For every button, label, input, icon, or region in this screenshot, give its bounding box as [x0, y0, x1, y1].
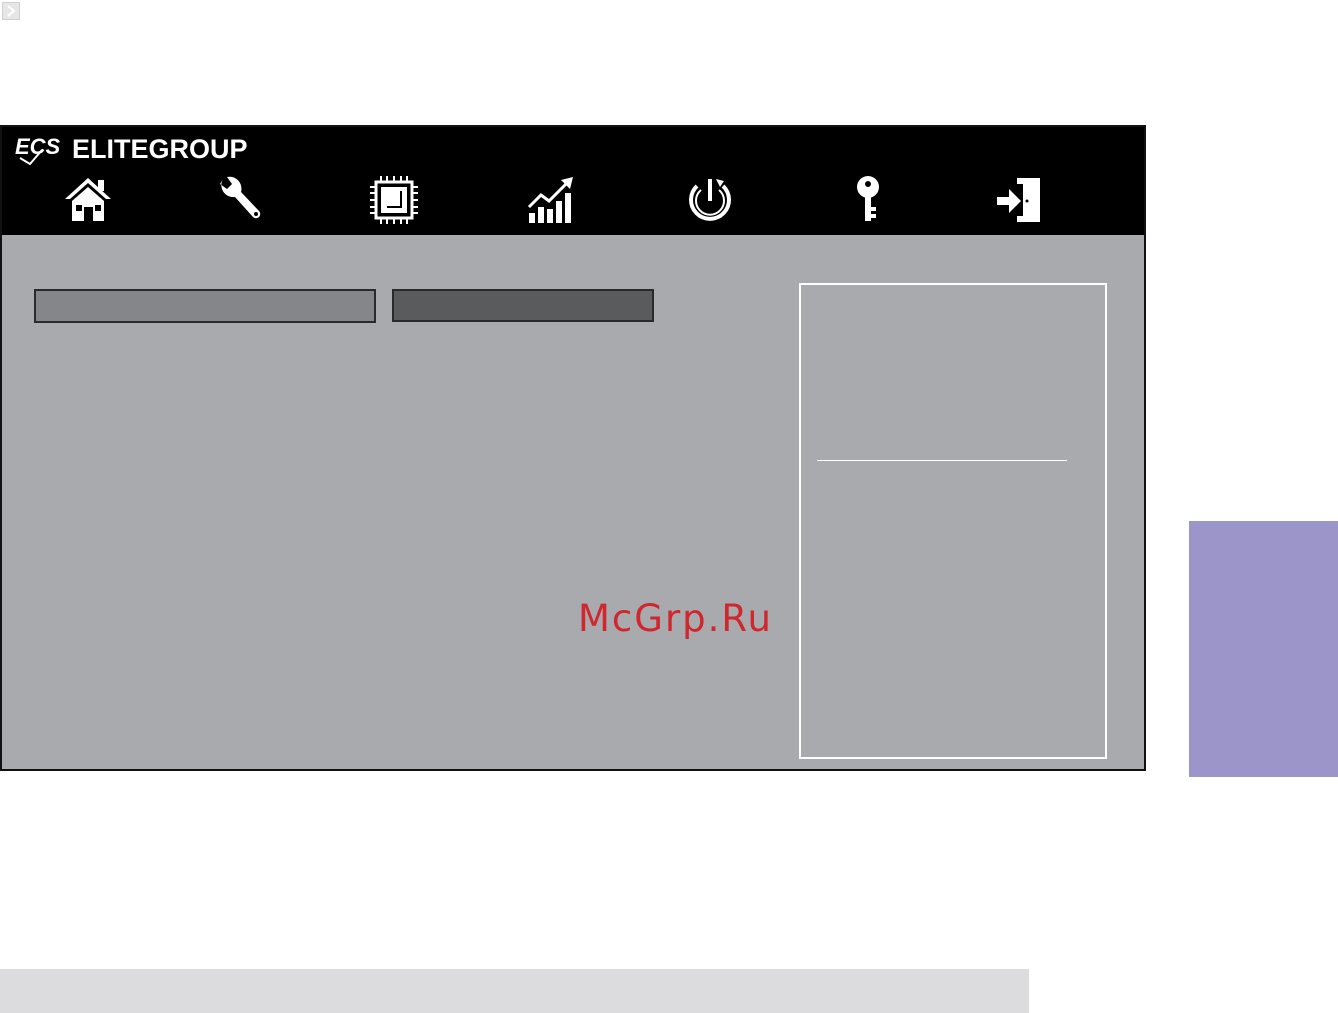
brand-name: ELITEGROUP [72, 133, 248, 164]
nav-exit[interactable] [990, 171, 1050, 229]
menu-tab-primary[interactable] [34, 289, 376, 323]
exit-icon [997, 178, 1040, 222]
chart-up-icon [527, 177, 573, 223]
nav-chipset[interactable] [364, 171, 424, 229]
ecs-logo-icon: ECS [15, 134, 61, 166]
nav-boot[interactable] [680, 171, 740, 229]
nav-main[interactable] [58, 171, 118, 229]
wrench-icon [220, 176, 261, 219]
top-bar: ECS ELITEGROUP [2, 127, 1144, 235]
home-icon [65, 178, 111, 221]
help-panel [799, 283, 1107, 759]
chip-icon [370, 176, 418, 224]
menu-tab-secondary[interactable] [392, 289, 654, 322]
content-area: McGrp.Ru [2, 235, 1144, 769]
nav-mib[interactable] [522, 171, 582, 229]
nav-security[interactable] [838, 171, 898, 229]
footer-bar [0, 969, 1029, 1013]
nav-advanced[interactable] [210, 171, 270, 229]
power-icon [689, 179, 731, 221]
brand: ECS ELITEGROUP [14, 131, 248, 167]
chapter-side-tab [1189, 521, 1338, 777]
key-icon [857, 176, 879, 221]
help-divider [817, 460, 1067, 461]
main-nav [2, 171, 1144, 229]
expand-arrow-icon[interactable] [2, 2, 20, 20]
watermark: McGrp.Ru [578, 597, 773, 640]
bios-setup-window: ECS ELITEGROUP McGrp.Ru [0, 125, 1146, 771]
